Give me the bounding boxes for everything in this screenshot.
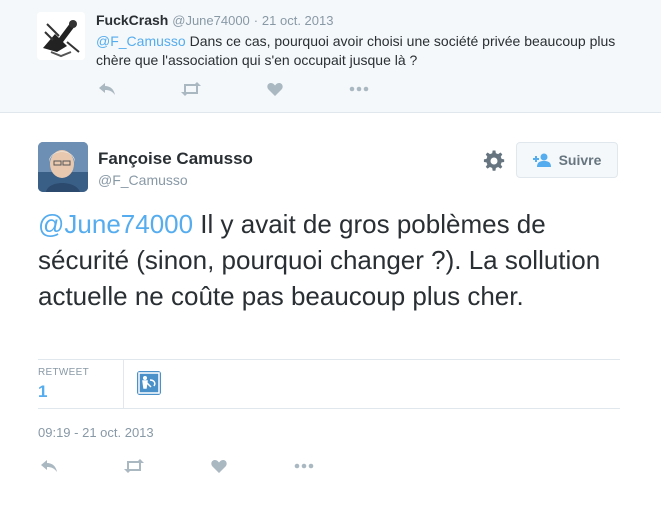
retweet-icon[interactable] [123,457,145,475]
main-mention-link[interactable]: @June74000 [38,209,193,239]
follow-person-icon [532,153,551,167]
reply-author-avatar[interactable] [37,12,85,60]
reply-header: FuckCrash @June74000 · 21 oct. 2013 [96,12,333,28]
tweet-stats: RETWEET 1 [38,359,620,409]
main-tweet: Fançoise Camusso @F_Camusso Suivre @June… [0,113,661,508]
main-author-avatar[interactable] [38,142,88,192]
main-author-name[interactable]: Fançoise Camusso [98,149,253,169]
reply-icon[interactable] [96,80,118,98]
main-author-handle[interactable]: @F_Camusso [98,172,188,188]
reply-mention-link[interactable]: @F_Camusso [96,33,186,49]
follow-button[interactable]: Suivre [516,142,618,178]
follow-button-label: Suivre [558,152,602,168]
reply-date[interactable]: 21 oct. 2013 [262,13,334,28]
gear-icon[interactable] [483,150,505,172]
retweet-label: RETWEET [38,367,89,378]
reply-separator: · [253,13,259,28]
main-tweet-text: @June74000 Il y avait de gros poblèmes d… [38,206,618,314]
retweeter-avatar[interactable] [137,371,161,395]
like-icon[interactable] [208,457,230,475]
main-actions [38,457,377,475]
reply-author-name[interactable]: FuckCrash [96,12,168,28]
retweet-count[interactable]: 1 [38,382,47,402]
more-icon[interactable] [293,457,315,475]
reply-actions [96,80,432,98]
tweet-timestamp[interactable]: 09:19 - 21 oct. 2013 [38,425,154,440]
stats-divider [123,360,124,408]
reply-author-handle[interactable]: @June74000 [172,13,250,28]
like-icon[interactable] [264,80,286,98]
reply-text: @F_Camusso Dans ce cas, pourquoi avoir c… [96,32,636,70]
retweet-icon[interactable] [180,80,202,98]
reply-tweet: FuckCrash @June74000 · 21 oct. 2013 @F_C… [0,0,661,113]
reply-icon[interactable] [38,457,60,475]
more-icon[interactable] [348,80,370,98]
